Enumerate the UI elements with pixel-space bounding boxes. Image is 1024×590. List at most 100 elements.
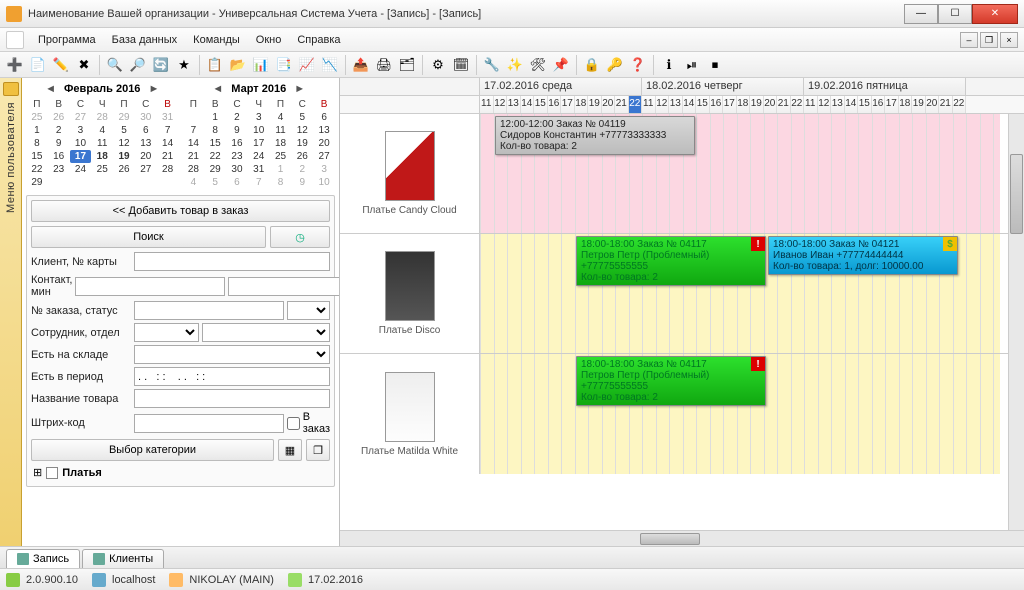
toolbar-btn-21[interactable]: 🛠 [527,54,549,76]
toolbar-btn-24[interactable]: 🔑 [604,54,626,76]
toolbar-btn-6[interactable]: 🔄 [150,54,172,76]
copy-button[interactable]: ❐ [306,439,330,461]
status-host: localhost [112,574,155,586]
vertical-scrollbar[interactable] [1008,114,1024,530]
mdi-close[interactable]: × [1000,32,1018,48]
toolbar-btn-7[interactable]: ★ [173,54,195,76]
appointment[interactable]: 18:00-18:00 Заказ № 04121Иванов Иван +77… [768,236,958,275]
toolbar-btn-16[interactable]: 🗂 [396,54,418,76]
add-to-order-button[interactable]: << Добавить товар в заказ [31,200,330,222]
toolbar-btn-0[interactable]: ➕ [4,54,26,76]
label-barcode: Штрих-код [31,417,131,429]
toolbar-btn-1[interactable]: 📄 [27,54,49,76]
employee-select[interactable] [134,323,199,342]
day-19.02.2016 пятница: 19.02.2016 пятница [804,78,966,95]
hour-header: 1112131415161718192021221112131415161718… [340,96,1024,114]
horizontal-scrollbar[interactable] [340,530,1024,546]
toolbar-btn-5[interactable]: 🔎 [127,54,149,76]
minimize-button[interactable]: — [904,4,938,24]
toolbar-btn-10[interactable]: 📊 [250,54,272,76]
contact-min-input[interactable] [228,277,340,296]
day-18.02.2016 четверг: 18.02.2016 четверг [642,78,804,95]
appointment[interactable]: 12:00-12:00 Заказ № 04119Сидоров Констан… [495,116,695,155]
toolbar-btn-4[interactable]: 🔍 [104,54,126,76]
instock-select[interactable] [134,345,330,364]
resource-image [385,372,435,442]
toolbar-btn-20[interactable]: ✨ [504,54,526,76]
user-menu-strip[interactable]: Меню пользователя [0,78,22,546]
toolbar-btn-15[interactable]: 🖨 [373,54,395,76]
contact-input[interactable] [75,277,225,296]
tree-expand-icon[interactable]: ⊞ [33,466,42,479]
filter-panel: << Добавить товар в заказ Поиск ◷ Клиент… [26,195,335,487]
resource-name: Платье Candy Cloud [362,205,456,216]
status-version: 2.0.900.10 [26,574,78,586]
menu-Окно[interactable]: Окно [248,31,290,49]
toolbar-btn-14[interactable]: 📤 [350,54,372,76]
appointment[interactable]: 18:00-18:00 Заказ № 04117Петров Петр (Пр… [576,236,766,286]
resource-row: Платье Disco 18:00-18:00 Заказ № 04117Пет… [340,234,1024,354]
toolbar-btn-13[interactable]: 📉 [319,54,341,76]
schedule-body[interactable]: Платье Candy Cloud 12:00-12:00 Заказ № 04… [340,114,1024,530]
toolbar-btn-22[interactable]: 📌 [550,54,572,76]
schedule: 17.02.2016 среда18.02.2016 четверг19.02.… [340,78,1024,546]
calendar-feb[interactable]: ◄Февраль 2016►ПВСЧПСВ2526272829303112345… [26,80,179,189]
search-button[interactable]: Поиск [31,226,266,248]
toolbar-btn-2[interactable]: ✏️ [50,54,72,76]
grid-button[interactable]: ▦ [278,439,302,461]
menu-Справка[interactable]: Справка [289,31,348,49]
maximize-button[interactable]: ☐ [938,4,972,24]
toolbar-btn-26[interactable]: ℹ [658,54,680,76]
mdi-restore[interactable]: ❐ [980,32,998,48]
tab-Запись[interactable]: Запись [6,549,80,568]
toolbar-btn-17[interactable]: ⚙ [427,54,449,76]
in-order-checkbox[interactable]: В заказ [287,411,330,435]
toolbar-btn-27[interactable]: ⏯ [681,54,703,76]
window-title: Наименование Вашей организации - Универс… [28,8,904,20]
host-icon [92,573,106,587]
calendar-mar[interactable]: ◄Март 2016►ПВСЧПСВ1234567891011121314151… [183,80,336,189]
period-input[interactable] [134,367,330,386]
toolbar-btn-3[interactable]: ✖ [73,54,95,76]
tab-Клиенты[interactable]: Клиенты [82,549,164,568]
toolbar-btn-28[interactable]: ⏹ [704,54,726,76]
toolbar-btn-11[interactable]: 📑 [273,54,295,76]
app-icon [6,6,22,22]
status-select[interactable] [287,301,330,320]
toolbar-btn-19[interactable]: 🔧 [481,54,503,76]
day-17.02.2016 среда: 17.02.2016 среда [480,78,642,95]
menu-app-icon[interactable] [6,31,24,49]
toolbar-btn-12[interactable]: 📈 [296,54,318,76]
menu-Программа[interactable]: Программа [30,31,104,49]
label-order: № заказа, статус [31,305,131,317]
resource-name: Платье Disco [379,325,441,336]
user-icon [169,573,183,587]
toolbar: ➕📄✏️✖ 🔍🔎🔄★ 📋📂📊📑📈📉 📤🖨🗂 ⚙🗓 🔧✨🛠📌 🔒🔑❓ ℹ⏯⏹ [0,52,1024,78]
label-inperiod: Есть в период [31,371,131,383]
toolbar-btn-23[interactable]: 🔒 [581,54,603,76]
label-client: Клиент, № карты [31,256,131,268]
menu-База данных[interactable]: База данных [104,31,186,49]
barcode-input[interactable] [134,414,284,433]
close-button[interactable]: ✕ [972,4,1018,24]
warn-badge: ! [751,357,765,371]
toolbar-btn-25[interactable]: ❓ [627,54,649,76]
appointment[interactable]: 18:00-18:00 Заказ № 04117Петров Петр (Пр… [576,356,766,406]
tree-checkbox[interactable] [46,467,58,479]
menu-Команды[interactable]: Команды [185,31,248,49]
resource-row: Платье Candy Cloud 12:00-12:00 Заказ № 04… [340,114,1024,234]
dept-select[interactable] [202,323,330,342]
order-input[interactable] [134,301,284,320]
toolbar-btn-9[interactable]: 📂 [227,54,249,76]
product-input[interactable] [134,389,330,408]
toolbar-btn-18[interactable]: 🗓 [450,54,472,76]
toolbar-btn-8[interactable]: 📋 [204,54,226,76]
category-button[interactable]: Выбор категории [31,439,274,461]
client-input[interactable] [134,252,330,271]
version-icon [6,573,20,587]
clock-button[interactable]: ◷ [270,226,330,248]
status-date: 17.02.2016 [308,574,363,586]
warn-badge: ! [751,237,765,251]
mdi-minimize[interactable]: – [960,32,978,48]
tree-item-dresses[interactable]: ⊞ Платья [31,463,330,482]
